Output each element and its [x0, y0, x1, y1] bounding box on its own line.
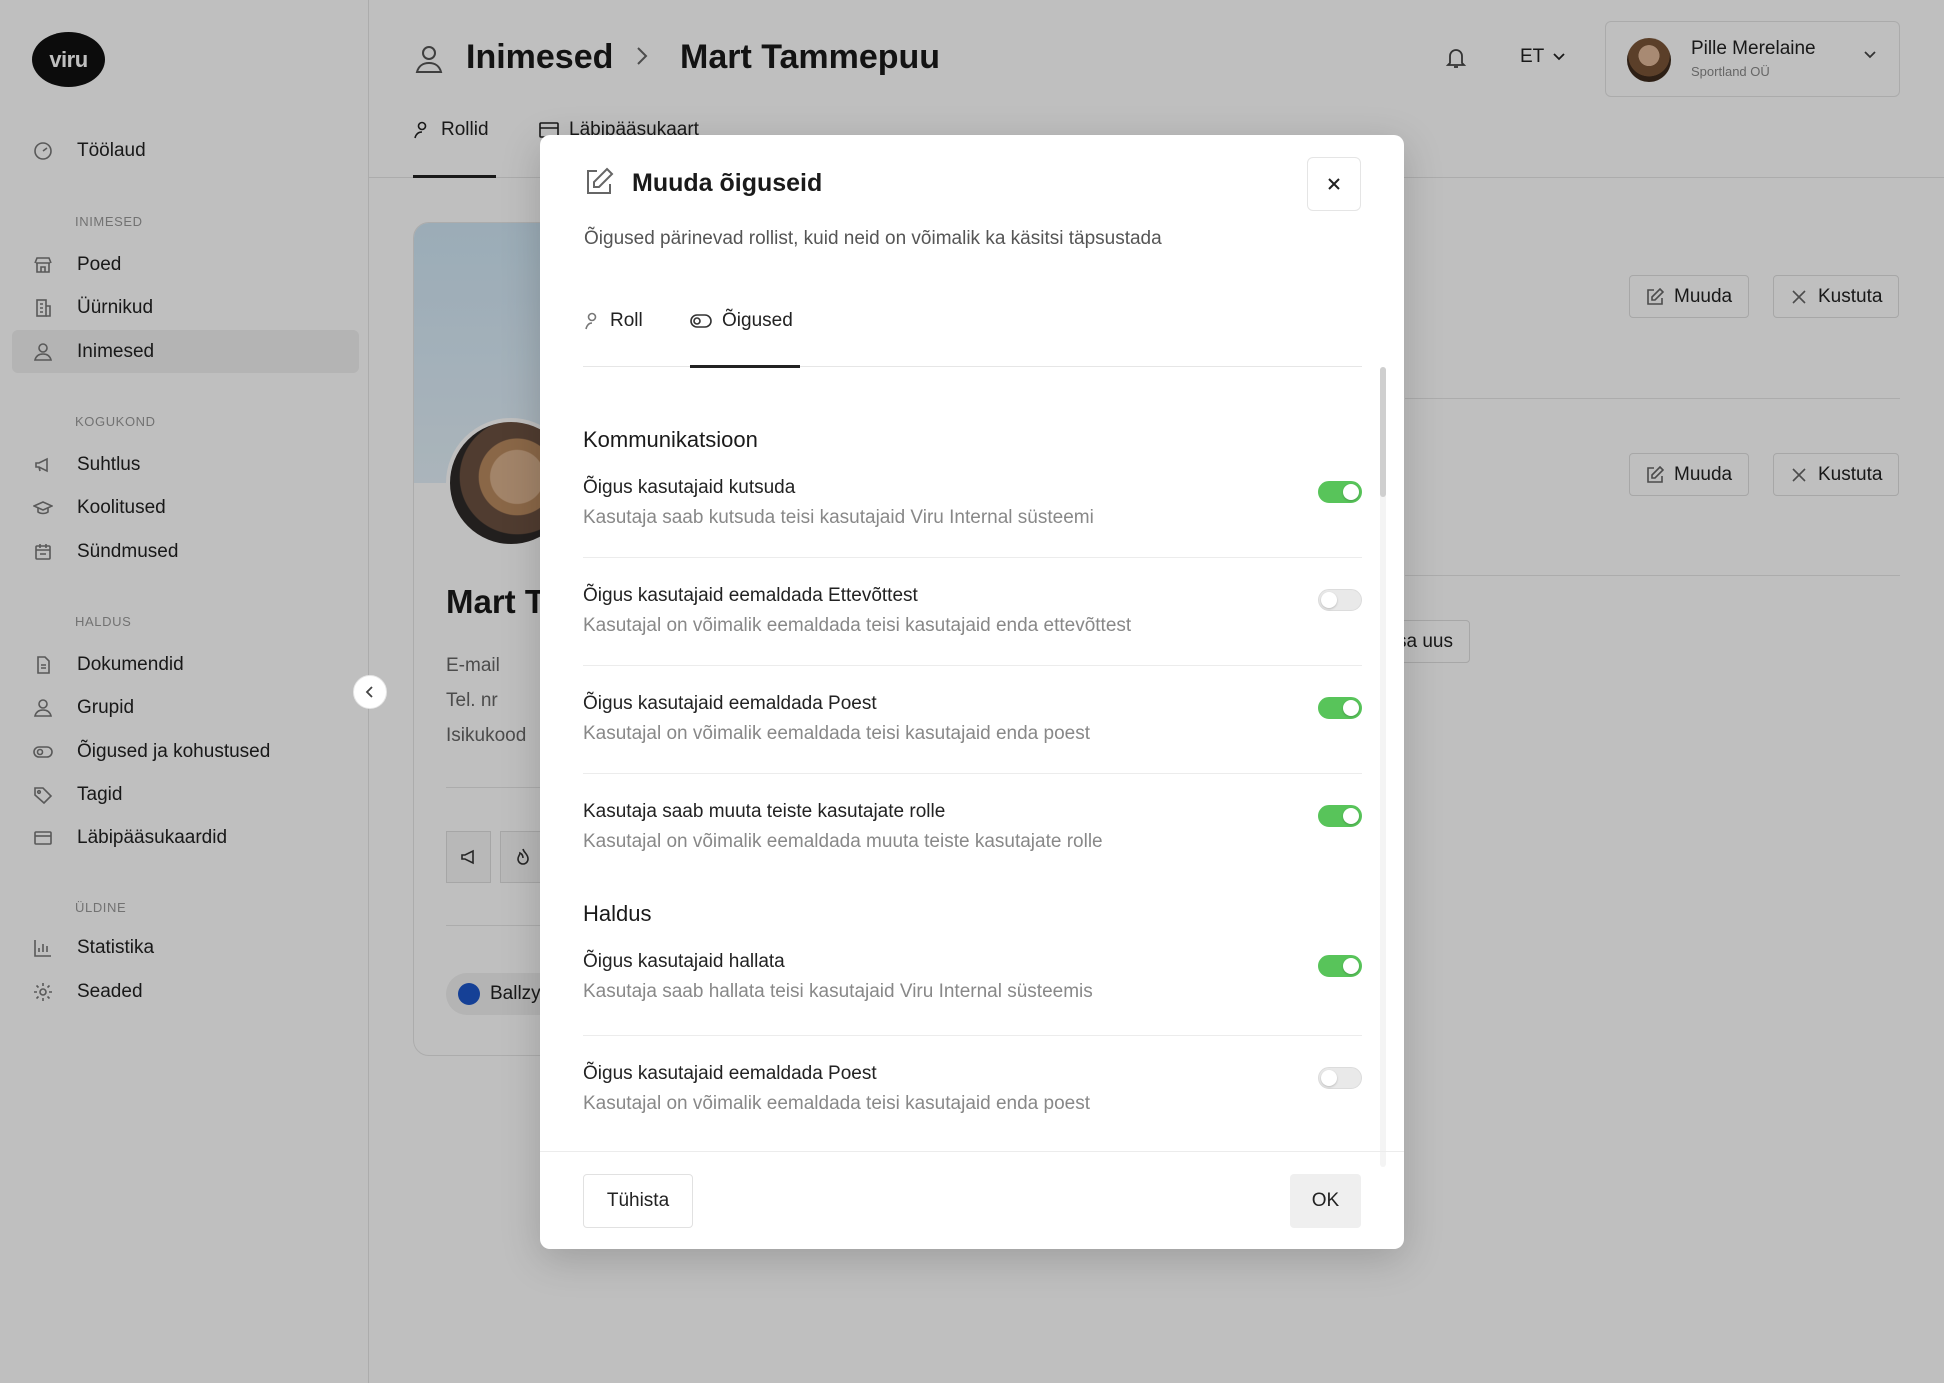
permission-toggle[interactable]: [1318, 589, 1362, 611]
permission-subtitle: Kasutajal on võimalik eemaldada teisi ka…: [583, 723, 1090, 744]
tab-roll[interactable]: Roll: [584, 310, 643, 332]
permission-item: Õigus kasutajaid kutsuda Kasutaja saab k…: [583, 471, 1362, 579]
person-icon: [585, 312, 597, 330]
tab-oigused[interactable]: Õigused: [690, 310, 793, 332]
permission-title: Õigus kasutajaid eemaldada Poest: [583, 693, 877, 714]
toggle-icon: [690, 314, 712, 328]
chevron-left-icon: [365, 686, 373, 698]
sidebar-collapse-button[interactable]: [353, 675, 387, 709]
ok-button[interactable]: OK: [1290, 1174, 1361, 1228]
permission-subtitle: Kasutajal on võimalik eemaldada teisi ka…: [583, 615, 1132, 636]
permission-item: Kasutaja saab muuta teiste kasutajate ro…: [583, 795, 1362, 903]
close-icon: [1328, 178, 1340, 190]
edit-permissions-modal: Muuda õiguseid Õigused pärinevad rollist…: [540, 135, 1404, 1249]
permission-title: Kasutaja saab muuta teiste kasutajate ro…: [583, 801, 946, 822]
permission-subtitle: Kasutajal on võimalik eemaldada muuta te…: [583, 831, 1103, 852]
edit-icon: [584, 167, 614, 197]
modal-title: Muuda õiguseid: [632, 169, 823, 197]
section-title: Haldus: [583, 901, 652, 926]
divider: [583, 557, 1362, 558]
permission-title: Õigus kasutajaid eemaldada Ettevõttest: [583, 585, 918, 606]
permission-item: Õigus kasutajaid eemaldada Ettevõttest K…: [583, 579, 1362, 687]
permission-item: Õigus kasutajaid eemaldada Poest Kasutaj…: [583, 1057, 1362, 1165]
close-button[interactable]: [1307, 157, 1361, 211]
tab-label: Õigused: [722, 310, 793, 331]
modal-footer: Tühista OK: [540, 1151, 1404, 1249]
divider: [583, 773, 1362, 774]
divider: [583, 665, 1362, 666]
permission-title: Õigus kasutajaid kutsuda: [583, 477, 796, 498]
permission-toggle[interactable]: [1318, 955, 1362, 977]
permission-toggle[interactable]: [1318, 1067, 1362, 1089]
permission-toggle[interactable]: [1318, 805, 1362, 827]
permission-subtitle: Kasutaja saab hallata teisi kasutajaid V…: [583, 981, 1093, 1002]
permission-toggle[interactable]: [1318, 697, 1362, 719]
permission-subtitle: Kasutaja saab kutsuda teisi kasutajaid V…: [583, 507, 1094, 528]
section-title: Kommunikatsioon: [583, 427, 758, 452]
divider: [583, 1035, 1362, 1036]
permission-subtitle: Kasutajal on võimalik eemaldada teisi ka…: [583, 1093, 1090, 1114]
modal-description: Õigused pärinevad rollist, kuid neid on …: [584, 228, 1162, 249]
permission-title: Õigus kasutajaid eemaldada Poest: [583, 1063, 877, 1084]
scrollbar-thumb[interactable]: [1380, 367, 1386, 497]
tab-label: Roll: [610, 310, 643, 331]
permission-item: Õigus kasutajaid eemaldada Poest Kasutaj…: [583, 687, 1362, 795]
permission-toggle[interactable]: [1318, 481, 1362, 503]
permission-item: Õigus kasutajaid hallata Kasutaja saab h…: [583, 945, 1362, 1053]
cancel-button[interactable]: Tühista: [583, 1174, 693, 1228]
permissions-list[interactable]: Kommunikatsioon Õigus kasutajaid kutsuda…: [583, 367, 1362, 1167]
permission-title: Õigus kasutajaid hallata: [583, 951, 785, 972]
